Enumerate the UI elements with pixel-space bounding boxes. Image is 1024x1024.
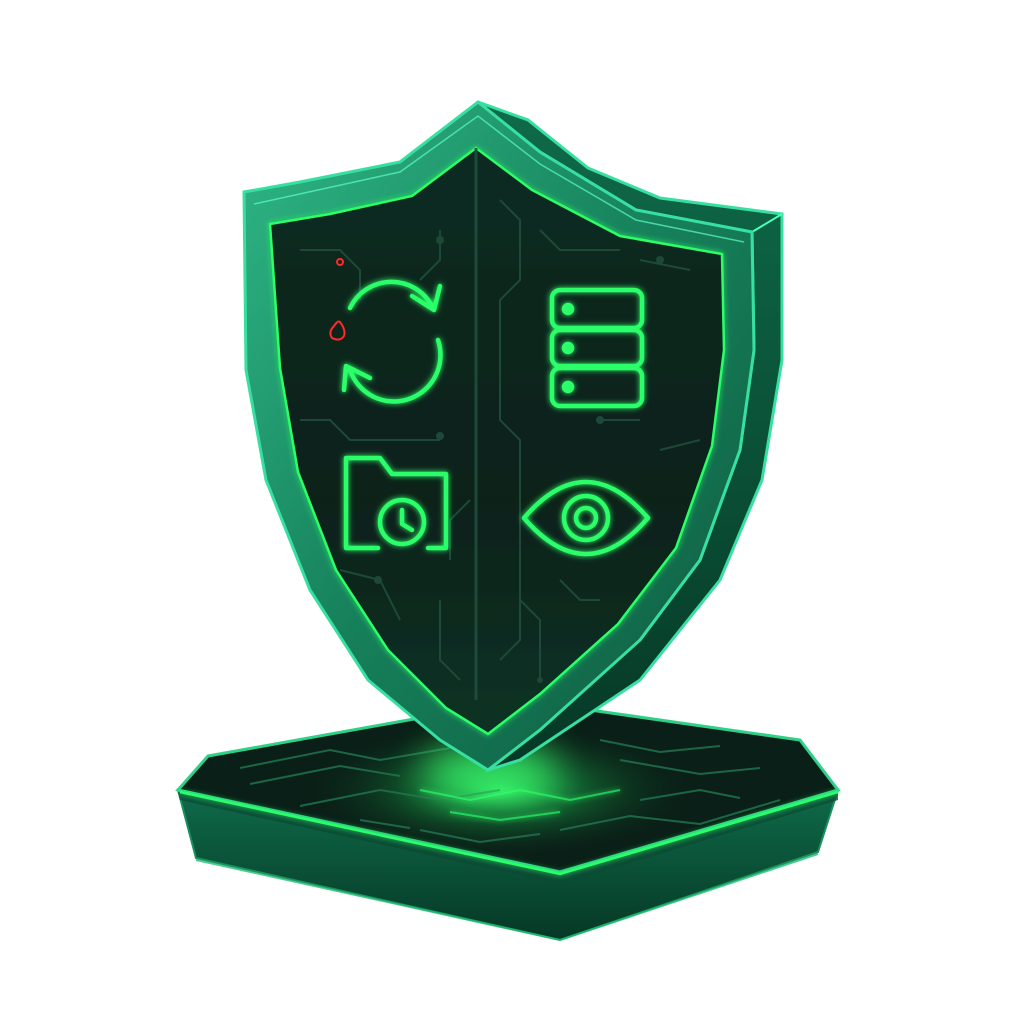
- shield: [242, 100, 784, 773]
- illustration-canvas: [175, 100, 841, 942]
- security-shield-illustration: [0, 0, 1024, 1024]
